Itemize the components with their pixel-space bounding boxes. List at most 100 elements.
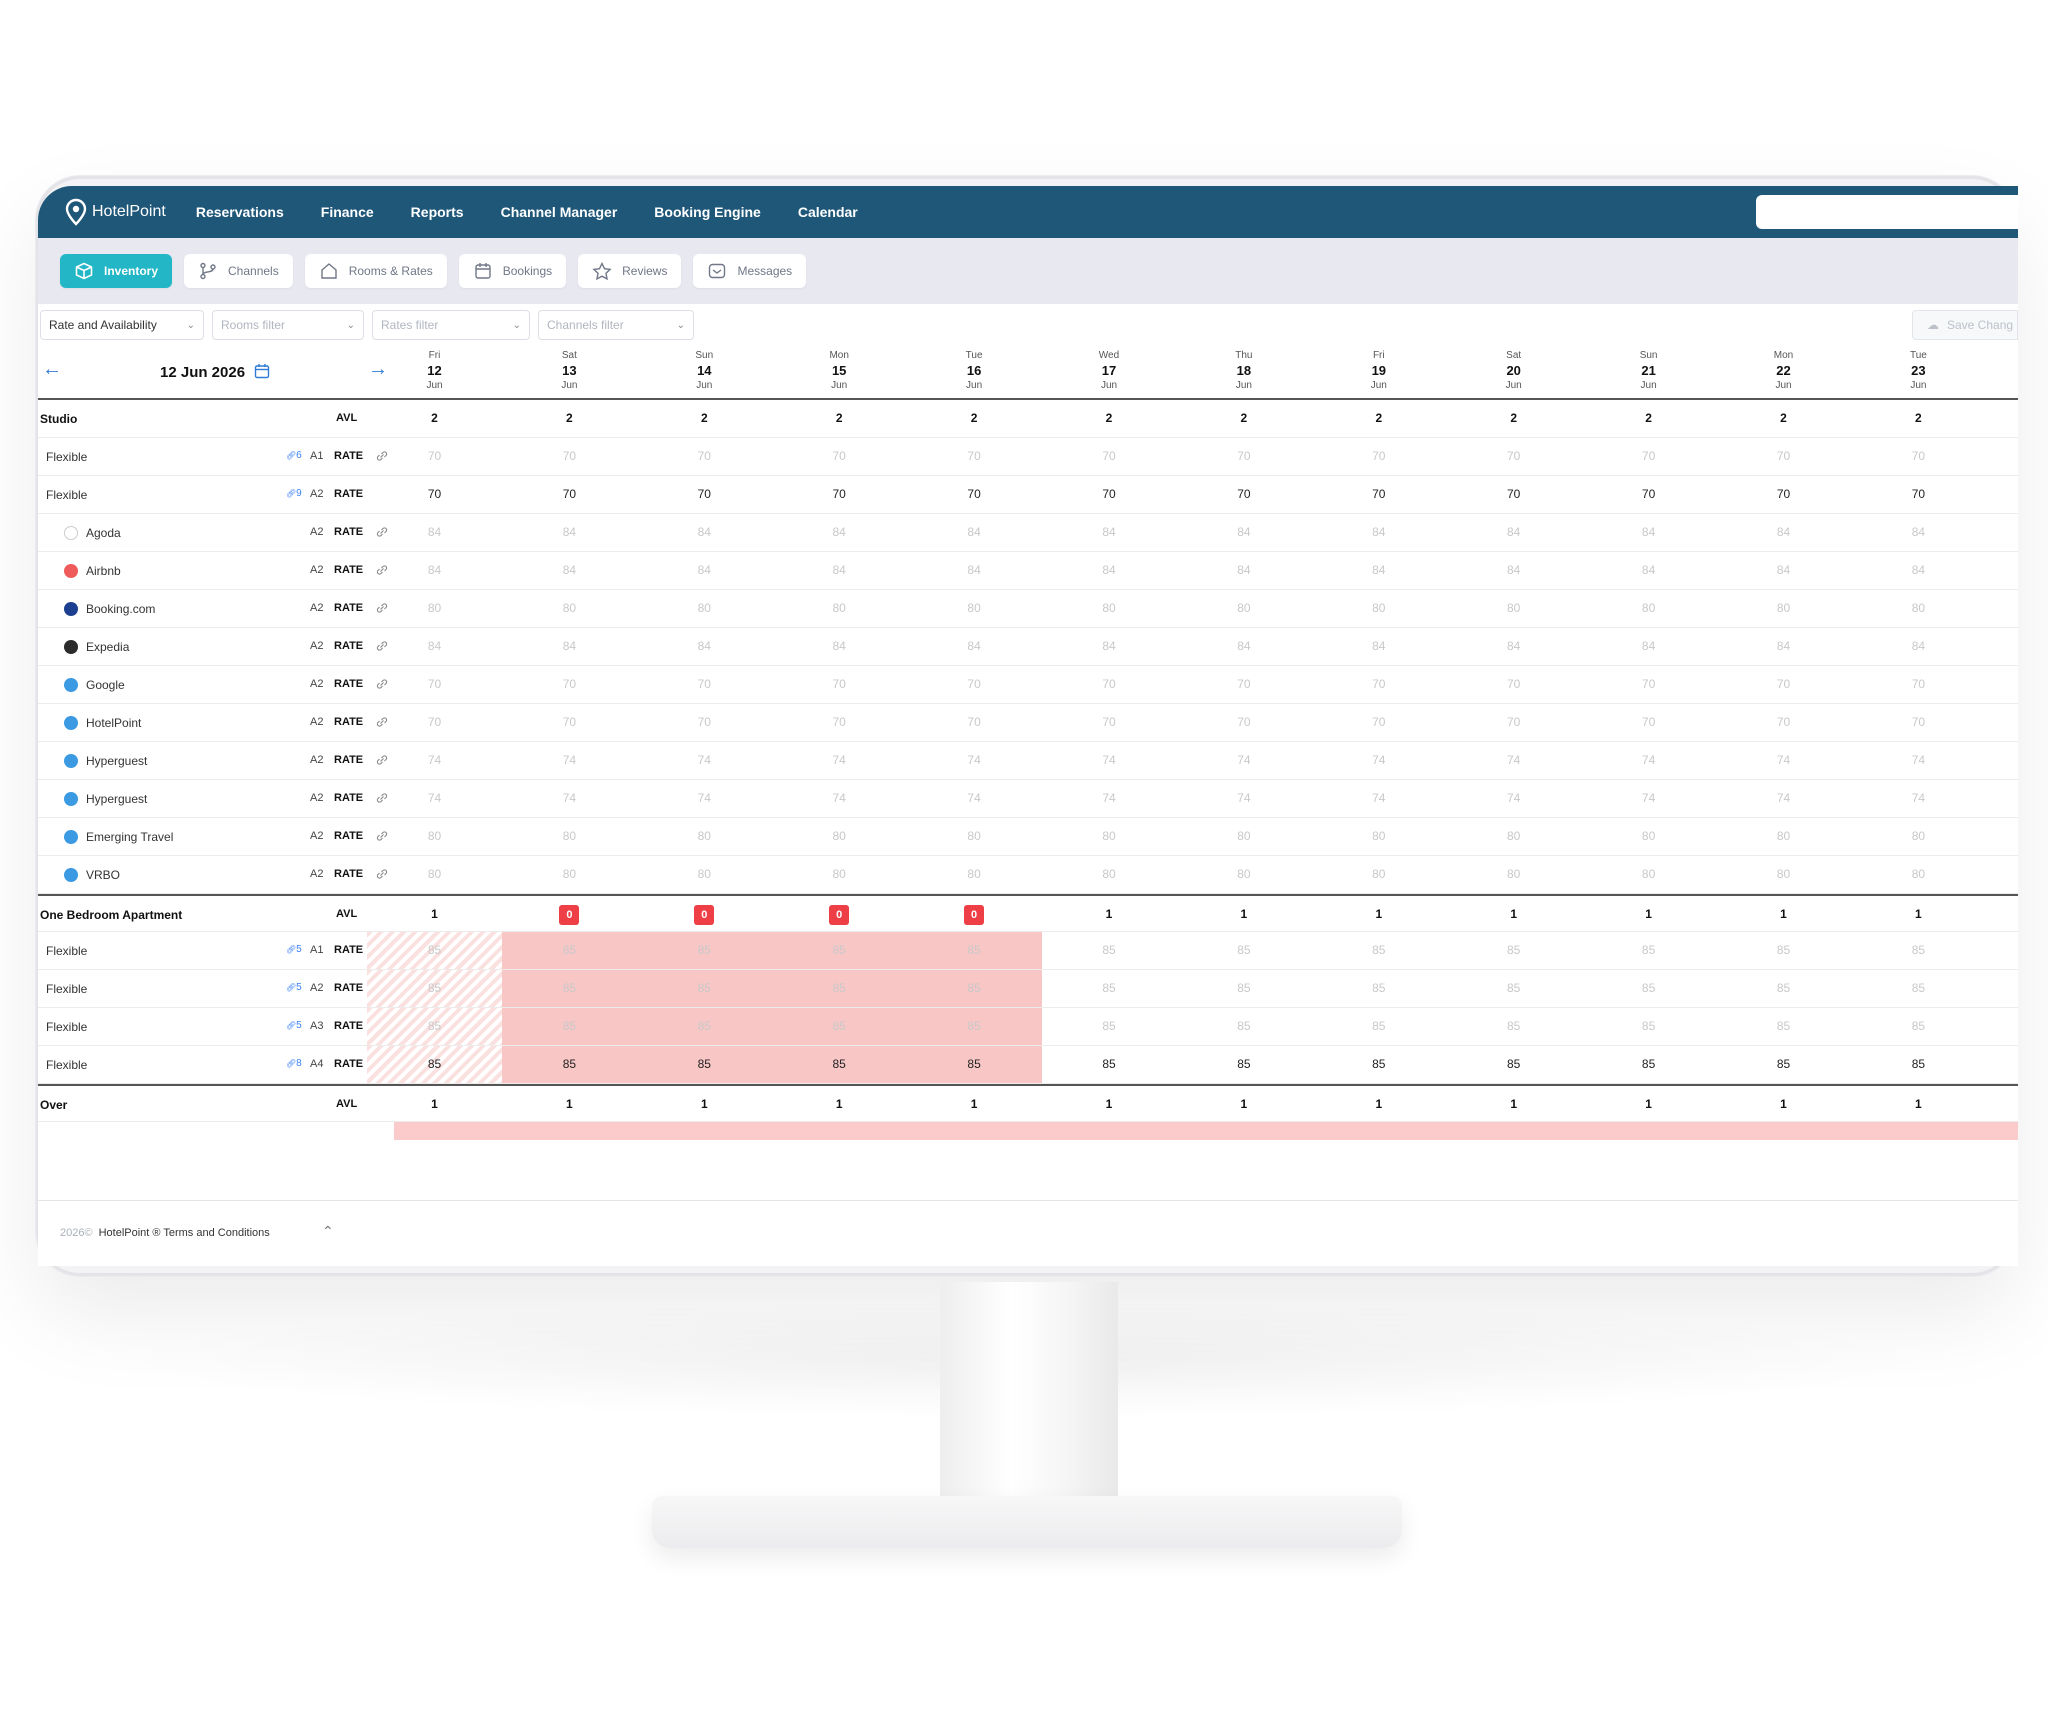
rate-cell[interactable]: 80 — [1581, 818, 1716, 855]
rate-cell[interactable]: 85 — [367, 970, 502, 1007]
rate-cell[interactable]: 85 — [501, 1008, 637, 1045]
rate-cell[interactable]: 85 — [1311, 1046, 1446, 1083]
availability-cell[interactable]: 0 — [772, 896, 907, 933]
availability-cell[interactable]: 1 — [1581, 1086, 1716, 1123]
tab-rooms-rates[interactable]: Rooms & Rates — [304, 254, 447, 288]
rate-cell[interactable]: 84 — [1176, 514, 1311, 551]
rate-cell[interactable]: 84 — [367, 628, 502, 665]
tab-bookings[interactable]: Bookings — [458, 254, 567, 288]
rate-cell[interactable]: 84 — [502, 628, 637, 665]
availability-cell[interactable]: 1 — [1311, 1086, 1446, 1123]
rate-cell[interactable]: 84 — [1042, 514, 1177, 551]
rate-cell[interactable]: 70 — [1446, 666, 1581, 703]
rate-cell[interactable]: 80 — [1176, 818, 1311, 855]
tab-messages[interactable]: Messages — [693, 254, 807, 288]
availability-cell[interactable]: 1 — [1446, 1086, 1581, 1123]
rate-cell[interactable]: 84 — [1042, 552, 1177, 589]
rate-cell[interactable]: 85 — [771, 932, 907, 969]
tab-inventory[interactable]: Inventory — [60, 254, 173, 288]
rate-cell[interactable]: 80 — [907, 818, 1042, 855]
rate-cell[interactable]: 84 — [1446, 628, 1581, 665]
rate-cell[interactable]: 74 — [502, 780, 637, 817]
rate-cell[interactable]: 70 — [772, 666, 907, 703]
rate-cell[interactable]: 84 — [1851, 514, 1986, 551]
linked-count[interactable]: 🔗︎5 — [286, 944, 302, 955]
rate-cell[interactable]: 85 — [636, 970, 772, 1007]
linked-count[interactable]: 🔗︎8 — [286, 1058, 302, 1069]
availability-cell[interactable]: 1 — [1311, 896, 1446, 933]
rate-cell[interactable]: 74 — [1716, 780, 1851, 817]
rate-cell[interactable]: 84 — [772, 514, 907, 551]
rate-cell[interactable]: 85 — [1042, 970, 1177, 1007]
rate-cell[interactable]: 80 — [1581, 590, 1716, 627]
rate-cell[interactable]: 80 — [907, 590, 1042, 627]
rate-cell[interactable]: 74 — [772, 780, 907, 817]
rate-cell[interactable]: 84 — [502, 514, 637, 551]
rate-cell[interactable]: 85 — [1176, 1046, 1311, 1083]
availability-cell[interactable]: 1 — [1042, 1086, 1177, 1123]
rate-cell[interactable]: 85 — [501, 970, 637, 1007]
availability-cell[interactable]: 1 — [907, 1086, 1042, 1123]
rooms-filter[interactable]: Rooms filter ⌄ — [212, 310, 364, 340]
rate-cell[interactable]: 84 — [1851, 628, 1986, 665]
rate-cell[interactable]: 84 — [1446, 514, 1581, 551]
availability-cell[interactable]: 0 — [637, 896, 772, 933]
date-column-header[interactable]: Sun 14 Jun — [637, 350, 772, 392]
rate-cell[interactable]: 84 — [637, 552, 772, 589]
rate-cell[interactable]: 70 — [907, 704, 1042, 741]
rate-cell[interactable]: 84 — [1716, 514, 1851, 551]
rate-cell[interactable]: 70 — [1042, 704, 1177, 741]
rate-cell[interactable]: 74 — [637, 780, 772, 817]
rate-cell[interactable]: 85 — [367, 1008, 502, 1045]
rate-cell[interactable]: 84 — [1716, 552, 1851, 589]
rate-cell[interactable]: 80 — [1716, 590, 1851, 627]
rate-cell[interactable]: 85 — [1176, 1008, 1311, 1045]
rate-cell[interactable]: 84 — [907, 514, 1042, 551]
date-column-header[interactable]: Wed 17 Jun — [1042, 350, 1177, 392]
rate-cell[interactable]: 70 — [502, 666, 637, 703]
rate-cell[interactable]: 74 — [1716, 742, 1851, 779]
availability-cell[interactable]: 1 — [1042, 896, 1177, 933]
nav-item-finance[interactable]: Finance — [321, 204, 374, 220]
rate-cell[interactable]: 70 — [907, 666, 1042, 703]
rate-cell[interactable]: 84 — [1851, 552, 1986, 589]
availability-cell[interactable]: 2 — [1581, 400, 1716, 437]
rate-cell[interactable]: 80 — [367, 818, 502, 855]
rate-cell[interactable]: 85 — [1851, 1008, 1986, 1045]
rate-cell[interactable]: 74 — [502, 742, 637, 779]
rate-cell[interactable]: 80 — [1581, 856, 1716, 893]
availability-cell[interactable]: 2 — [1176, 400, 1311, 437]
rate-cell[interactable]: 84 — [772, 552, 907, 589]
rate-cell[interactable]: 80 — [367, 856, 502, 893]
chevron-up-icon[interactable]: ⌃ — [322, 1223, 334, 1240]
rate-cell[interactable]: 70 — [637, 666, 772, 703]
rate-cell[interactable]: 74 — [772, 742, 907, 779]
rate-cell[interactable]: 70 — [1716, 438, 1851, 475]
rate-cell[interactable]: 85 — [367, 1046, 502, 1083]
rate-cell[interactable]: 85 — [771, 1008, 907, 1045]
rate-cell[interactable]: 84 — [637, 628, 772, 665]
rate-cell[interactable]: 80 — [1311, 590, 1446, 627]
rate-cell[interactable]: 80 — [1851, 856, 1986, 893]
rate-cell[interactable]: 70 — [1851, 704, 1986, 741]
rate-cell[interactable]: 70 — [502, 438, 637, 475]
rate-cell[interactable]: 80 — [1176, 856, 1311, 893]
rate-cell[interactable]: 85 — [636, 1008, 772, 1045]
rate-cell[interactable]: 74 — [1581, 780, 1716, 817]
availability-cell[interactable]: 2 — [637, 400, 772, 437]
nav-item-reservations[interactable]: Reservations — [196, 204, 284, 220]
availability-cell[interactable]: 1 — [772, 1086, 907, 1123]
rate-cell[interactable]: 85 — [1851, 1046, 1986, 1083]
rate-cell[interactable]: 80 — [1851, 590, 1986, 627]
rate-cell[interactable]: 70 — [1176, 666, 1311, 703]
rate-cell[interactable]: 74 — [1176, 780, 1311, 817]
rate-cell[interactable]: 85 — [1716, 1008, 1851, 1045]
rate-cell[interactable]: 84 — [1176, 552, 1311, 589]
rate-cell[interactable]: 85 — [1581, 1046, 1716, 1083]
rate-cell[interactable]: 80 — [1851, 818, 1986, 855]
rate-cell[interactable]: 80 — [1311, 856, 1446, 893]
rate-cell[interactable]: 84 — [907, 552, 1042, 589]
rate-cell[interactable]: 80 — [1716, 818, 1851, 855]
search-input[interactable] — [1756, 195, 2018, 229]
rate-cell[interactable]: 85 — [1581, 932, 1716, 969]
